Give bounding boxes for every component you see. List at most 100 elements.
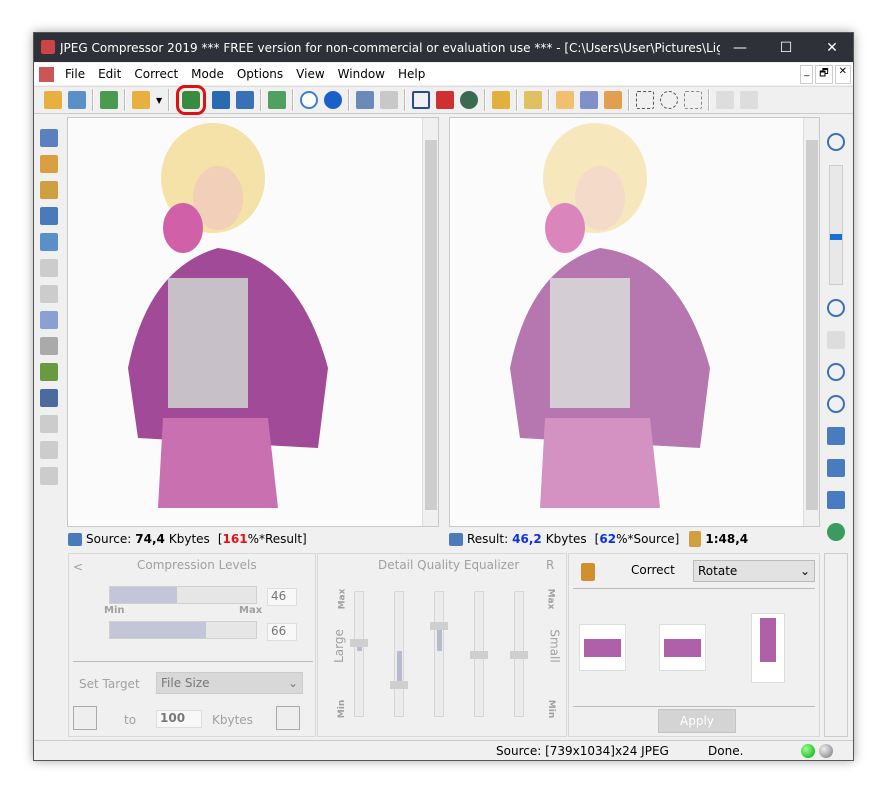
select-icon[interactable] <box>580 91 599 109</box>
band-knob[interactable] <box>510 651 528 659</box>
compression-ratio: 1:48,4 <box>705 532 749 546</box>
save-as-icon[interactable] <box>236 91 255 109</box>
clear-selection-icon[interactable] <box>740 91 759 109</box>
menu-help[interactable]: Help <box>396 67 427 81</box>
batch-run-icon[interactable] <box>100 91 118 109</box>
info-icon[interactable] <box>300 91 319 109</box>
equalizer-band-5[interactable] <box>510 591 528 717</box>
equalizer-band-3[interactable] <box>430 591 448 717</box>
band-knob[interactable] <box>470 651 488 659</box>
blocks-b-icon[interactable] <box>40 441 58 459</box>
copy-icon[interactable] <box>356 91 375 109</box>
layout-a-icon[interactable] <box>827 427 845 445</box>
grid-icon[interactable] <box>40 311 58 329</box>
band-knob[interactable] <box>430 622 448 630</box>
result-image-pane[interactable] <box>449 117 820 527</box>
open-folder-icon[interactable] <box>132 91 150 109</box>
eye-icon[interactable] <box>460 91 479 109</box>
zoom-fit-icon[interactable] <box>40 181 58 199</box>
blocks-c-icon[interactable] <box>40 467 58 485</box>
view-a-icon[interactable] <box>40 259 58 277</box>
resize-icon[interactable] <box>436 91 455 109</box>
collapse-button[interactable]: < <box>73 560 83 574</box>
mdi-minimize-button[interactable]: _ <box>800 64 814 84</box>
compress-run-button[interactable] <box>176 85 207 115</box>
panel-scrollbar[interactable] <box>824 553 848 737</box>
sync-icon[interactable] <box>827 523 845 541</box>
blocks-a-icon[interactable] <box>40 415 58 433</box>
export-icon[interactable] <box>268 91 287 109</box>
menu-edit[interactable]: Edit <box>96 67 123 81</box>
layout-b-icon[interactable] <box>827 459 845 477</box>
source-image-pane[interactable] <box>67 117 439 527</box>
source-status: Source: 74,4 Kbytes [161%*Result] <box>68 529 307 549</box>
lasso-icon[interactable] <box>684 91 703 109</box>
open-icon[interactable] <box>44 91 62 109</box>
rotate-180-thumb[interactable] <box>751 613 785 683</box>
levels-icon[interactable] <box>40 389 58 407</box>
help-icon[interactable] <box>324 91 343 109</box>
mdi-close-button[interactable]: ✕ <box>834 64 851 84</box>
level1-slider[interactable] <box>109 586 257 604</box>
notes-icon[interactable] <box>524 91 543 109</box>
source-scrollbar[interactable] <box>422 118 438 526</box>
save-icon[interactable] <box>212 91 231 109</box>
level2-value[interactable]: 66 <box>267 623 297 641</box>
open-run-icon[interactable] <box>68 91 86 109</box>
maximize-button[interactable]: ☐ <box>763 33 809 62</box>
equalizer-band-4[interactable] <box>470 591 488 717</box>
result-scrollbar[interactable] <box>803 118 819 526</box>
menu-options[interactable]: Options <box>235 67 285 81</box>
fit-icon[interactable] <box>827 331 845 349</box>
zoom-in-icon[interactable] <box>827 133 845 151</box>
level2-slider[interactable] <box>109 621 257 639</box>
delete-selection-icon[interactable] <box>716 91 735 109</box>
band-knob[interactable] <box>350 639 368 647</box>
close-button[interactable]: ✕ <box>809 33 855 62</box>
compare-icon[interactable] <box>40 207 58 225</box>
band-knob[interactable] <box>390 681 408 689</box>
correct-mode-select[interactable]: Rotate ⌄ <box>693 560 815 582</box>
edit-icon[interactable] <box>492 91 511 109</box>
layout-c-icon[interactable] <box>827 491 845 509</box>
rotate-right-thumb[interactable] <box>659 624 706 671</box>
paste-icon[interactable] <box>380 91 399 109</box>
actual-size-icon[interactable] <box>827 363 845 381</box>
target-apply-button[interactable] <box>276 706 300 730</box>
center-icon[interactable] <box>827 395 845 413</box>
rotate-left-thumb[interactable] <box>579 624 626 671</box>
pan-icon[interactable] <box>604 91 623 109</box>
zoom-out-icon[interactable] <box>827 299 845 317</box>
equalizer-band-2[interactable] <box>390 591 408 717</box>
crop-icon[interactable] <box>412 91 431 109</box>
zoom-slider[interactable] <box>829 165 843 285</box>
level1-value[interactable]: 46 <box>267 588 297 606</box>
menu-mode[interactable]: Mode <box>189 67 226 81</box>
menu-bar: File Edit Correct Mode Options View Wind… <box>34 63 853 85</box>
view-source-icon[interactable] <box>40 129 58 147</box>
view-b-icon[interactable] <box>40 285 58 303</box>
wand-icon[interactable] <box>40 155 58 173</box>
equalizer-band-1[interactable] <box>350 591 368 717</box>
ellipse-select-icon[interactable] <box>660 91 679 109</box>
rect-select-icon[interactable] <box>636 91 655 109</box>
min-label-right: Min <box>546 699 557 719</box>
target-value-input[interactable]: 100 <box>156 710 202 728</box>
apply-button[interactable]: Apply <box>658 709 736 733</box>
minimize-button[interactable]: — <box>717 33 763 62</box>
target-type-select[interactable]: File Size ⌄ <box>156 672 303 694</box>
split-icon[interactable] <box>40 233 58 251</box>
hand-icon[interactable] <box>556 91 575 109</box>
pixel-icon[interactable] <box>40 337 58 355</box>
mdi-restore-button[interactable]: 🗗 <box>815 64 833 84</box>
menu-correct[interactable]: Correct <box>132 67 180 81</box>
histogram-icon[interactable] <box>40 363 58 381</box>
menu-file[interactable]: File <box>63 67 87 81</box>
equalizer-reset[interactable]: R <box>546 558 554 572</box>
target-file-button[interactable] <box>73 706 97 730</box>
dropdown-arrow-icon[interactable]: ▼ <box>156 96 162 105</box>
menu-window[interactable]: Window <box>336 67 387 81</box>
menu-view[interactable]: View <box>294 67 326 81</box>
status-text: Done. <box>708 744 744 758</box>
ratio-icon <box>689 531 702 547</box>
